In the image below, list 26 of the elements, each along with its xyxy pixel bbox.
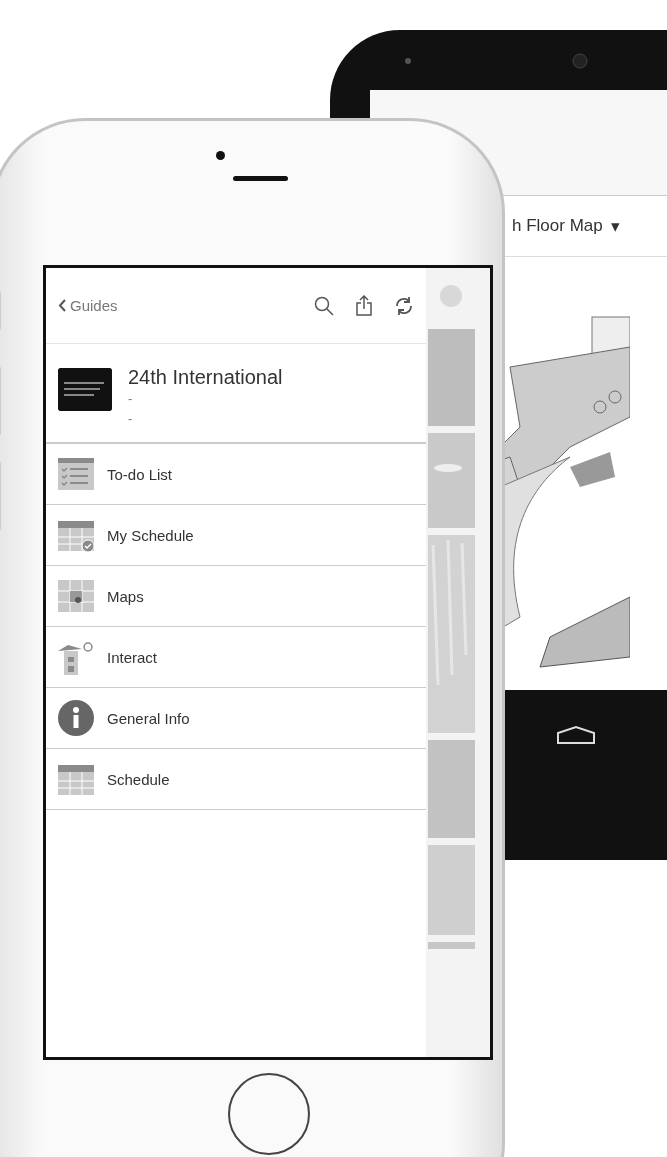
menu-item[interactable]: General Info	[46, 688, 426, 749]
menu-item[interactable]: Schedule	[46, 749, 426, 810]
home-button[interactable]	[228, 1073, 310, 1155]
caret-icon[interactable]: ▾	[610, 215, 620, 237]
menu-item[interactable]: My Schedule	[46, 505, 426, 566]
menu-item[interactable]: Maps	[46, 566, 426, 627]
map-pin-icon	[58, 578, 94, 614]
sensor-icon	[405, 58, 411, 64]
camera-icon	[216, 151, 225, 160]
camera-icon	[572, 53, 588, 69]
info-icon	[58, 700, 94, 736]
share-icon[interactable]	[356, 295, 372, 316]
logo-icon	[58, 368, 112, 411]
menu-item[interactable]: Interact	[46, 627, 426, 688]
back-button[interactable]: Guides	[58, 297, 118, 314]
menu-item[interactable]: To-do List	[46, 444, 426, 505]
search-icon[interactable]	[314, 295, 334, 316]
event-title: 24th International	[128, 366, 283, 389]
checklist-icon	[58, 456, 94, 492]
event-subtitle: -	[128, 390, 134, 408]
speaker-icon	[233, 176, 288, 181]
home-icon[interactable]	[556, 725, 596, 745]
buildings-icon	[58, 639, 94, 675]
floor-map-dropdown[interactable]: h Floor Map	[512, 216, 603, 236]
chevron-left-icon[interactable]	[58, 299, 66, 312]
event-subtitle: -	[128, 410, 134, 428]
